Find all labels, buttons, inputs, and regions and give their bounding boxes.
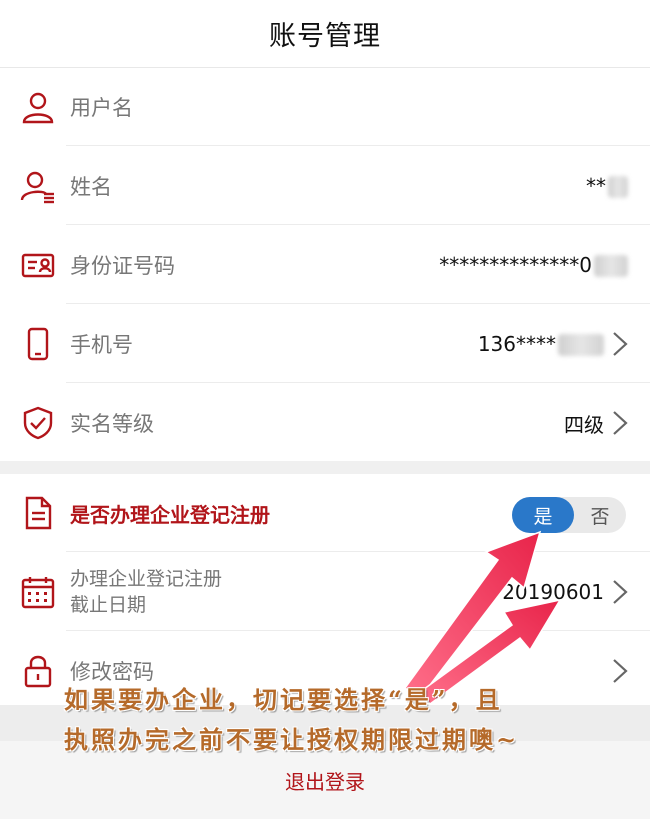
registration-deadline-value: 20190601: [502, 580, 604, 604]
chevron-right-icon[interactable]: [608, 329, 632, 359]
annotation-line1: 如果要办企业，切记要选择“是”，且: [64, 685, 503, 714]
shield-check-icon: [20, 405, 56, 441]
toggle-no-option[interactable]: 否: [574, 497, 626, 533]
annotation-text: 如果要办企业，切记要选择“是”，且 执照办完之前不要让授权期限过期噢~: [64, 680, 644, 760]
annotation-line2: 执照办完之前不要让授权期限过期噢~: [64, 725, 520, 754]
row-verify-level[interactable]: 实名等级 四级: [0, 384, 650, 462]
row-username[interactable]: 用户名: [0, 68, 650, 146]
verify-level-value: 四级: [564, 412, 604, 437]
chevron-right-icon[interactable]: [608, 577, 632, 607]
enterprise-registration-label: 是否办理企业登记注册: [70, 502, 270, 527]
enterprise-registration-toggle[interactable]: 是 否: [512, 497, 626, 533]
row-name[interactable]: 姓名 **: [0, 147, 650, 225]
lock-icon: [20, 653, 56, 689]
row-phone[interactable]: 手机号 136****: [0, 305, 650, 383]
row-registration-deadline[interactable]: 办理企业登记注册 截止日期 20190601: [0, 553, 650, 631]
id-card-icon: [20, 247, 56, 283]
deadline-label-line2: 截止日期: [70, 594, 147, 616]
verify-level-label: 实名等级: [70, 412, 154, 436]
section-divider: [0, 461, 650, 474]
phone-icon: [20, 326, 56, 362]
deadline-label-line1: 办理企业登记注册: [70, 568, 223, 590]
document-icon: [20, 495, 56, 531]
phone-label: 手机号: [70, 333, 133, 357]
registration-deadline-label: 办理企业登记注册 截止日期: [70, 566, 222, 618]
header-bar: 账号管理: [0, 0, 650, 68]
logout-button[interactable]: 退出登录: [285, 766, 365, 795]
username-label: 用户名: [70, 96, 133, 120]
calendar-icon: [20, 574, 56, 610]
toggle-yes-option[interactable]: 是: [512, 497, 574, 533]
name-value: **: [586, 174, 628, 199]
user-icon: [20, 89, 56, 125]
chevron-right-icon[interactable]: [608, 408, 632, 438]
row-id-number[interactable]: 身份证号码 **************0: [0, 226, 650, 304]
page-title: 账号管理: [269, 21, 381, 52]
id-number-value: **************0: [439, 253, 628, 278]
phone-value: 136****: [478, 332, 604, 357]
name-label: 姓名: [70, 175, 112, 199]
user-card-icon: [20, 168, 56, 204]
id-number-label: 身份证号码: [70, 254, 175, 278]
